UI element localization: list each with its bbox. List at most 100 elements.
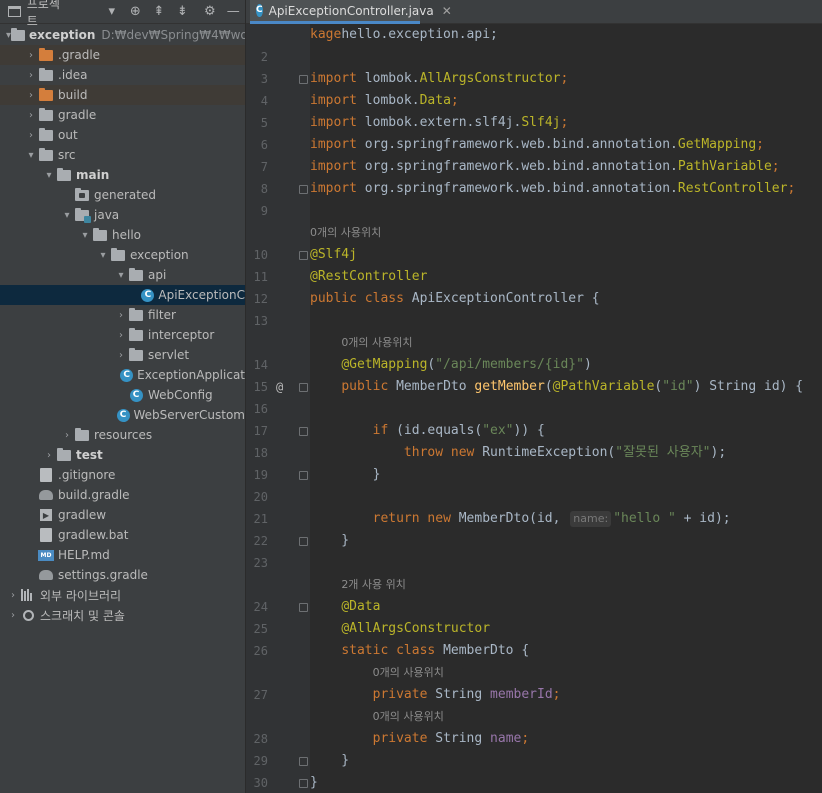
close-icon[interactable]: ✕ [442, 4, 452, 18]
usage-hint[interactable]: 0개의 사용위치 [341, 332, 412, 354]
tree-item[interactable]: › build [0, 85, 245, 105]
line-number: 10 [253, 248, 268, 262]
fold-marker-icon[interactable] [299, 471, 308, 480]
tree-item[interactable]: C ApiExceptionC [0, 285, 245, 305]
chevron-right-icon[interactable]: › [114, 350, 128, 361]
code-text: private String name; [310, 728, 530, 750]
tree-item[interactable]: build.gradle [0, 485, 245, 505]
line-number: 6 [260, 138, 268, 152]
code-token: kage [310, 27, 342, 42]
tree-item-label: build [58, 88, 88, 102]
line-number: 26 [253, 644, 268, 658]
chevron-right-icon[interactable]: › [24, 50, 38, 61]
folder-icon [38, 147, 54, 163]
code-token: ; [771, 159, 780, 174]
tree-item[interactable]: .gitignore [0, 465, 245, 485]
code-token: lombok. [364, 93, 420, 108]
fold-marker-icon[interactable] [299, 603, 308, 612]
code-token: private [372, 731, 436, 746]
fold-marker-icon[interactable] [299, 75, 308, 84]
tree-item[interactable]: ▾ exception [0, 245, 245, 265]
usage-hint[interactable]: 0개의 사용위치 [373, 706, 444, 728]
tree-item[interactable]: ▾ api [0, 265, 245, 285]
chevron-right-icon[interactable]: › [114, 310, 128, 321]
java-class-icon: C [256, 4, 263, 17]
line-number: 7 [260, 160, 268, 174]
code-token: RestController [677, 181, 788, 196]
fold-marker-icon[interactable] [299, 427, 308, 436]
tree-item[interactable]: › out [0, 125, 245, 145]
crosshair-icon[interactable]: ⊕ [124, 4, 148, 19]
code-token: public class [310, 291, 412, 306]
tree-item[interactable]: C WebServerCustom [0, 405, 245, 425]
chevron-right-icon[interactable]: › [42, 450, 56, 461]
editor-tab[interactable]: C ApiExceptionController.java ✕ [250, 0, 452, 24]
expand-all-icon[interactable]: ⇞ [147, 4, 171, 19]
tree-item[interactable]: ▾exceptionD:₩dev₩Spring₩4₩workspace₩exce… [0, 25, 245, 45]
tree-item[interactable]: › .gradle [0, 45, 245, 65]
fold-marker-icon[interactable] [299, 537, 308, 546]
tree-item[interactable]: › gradle [0, 105, 245, 125]
tree-item[interactable]: ▾ main [0, 165, 245, 185]
chevron-right-icon[interactable]: › [24, 90, 38, 101]
tree-item[interactable]: › test [0, 445, 245, 465]
fold-marker-icon[interactable] [299, 251, 308, 260]
tree-item-label: servlet [148, 348, 190, 362]
tree-item[interactable]: gradlew.bat [0, 525, 245, 545]
usage-hint[interactable]: 2개 사용 위치 [341, 574, 406, 596]
usage-hint[interactable]: 0개의 사용위치 [373, 662, 444, 684]
tree-item[interactable]: generated [0, 185, 245, 205]
tab-label: ApiExceptionController.java [268, 3, 434, 18]
usage-hint-line: 2개 사용 위치 [246, 574, 822, 596]
code-token: import [310, 137, 365, 152]
chevron-down-icon[interactable]: ▾ [42, 170, 56, 181]
tree-item[interactable]: MD HELP.md [0, 545, 245, 565]
tree-item[interactable]: › 외부 라이브러리 [0, 585, 245, 605]
gear-icon[interactable]: ⚙ [198, 4, 222, 19]
chevron-right-icon[interactable]: › [6, 590, 20, 601]
chevron-right-icon[interactable]: › [24, 130, 38, 141]
tree-item[interactable]: › servlet [0, 345, 245, 365]
tree-item[interactable]: ▾ hello [0, 225, 245, 245]
tree-item[interactable]: › interceptor [0, 325, 245, 345]
chevron-down-icon[interactable]: ▾ [24, 150, 38, 161]
code-token: lombok.extern.slf4j. [364, 115, 522, 130]
tree-item[interactable]: › filter [0, 305, 245, 325]
tree-item[interactable]: settings.gradle [0, 565, 245, 585]
code-token: import [310, 93, 365, 108]
tree-item[interactable]: › resources [0, 425, 245, 445]
chevron-right-icon[interactable]: › [24, 110, 38, 121]
override-marker-icon[interactable]: @ [276, 376, 283, 398]
chevron-right-icon[interactable]: › [60, 430, 74, 441]
chevron-down-icon[interactable]: ▾ [114, 270, 128, 281]
chevron-right-icon[interactable]: › [6, 610, 20, 621]
minimize-icon[interactable]: — [222, 4, 245, 19]
code-token: private [372, 687, 436, 702]
fold-marker-icon[interactable] [299, 779, 308, 788]
code-line: 6 import org.springframework.web.bind.ann… [246, 134, 822, 156]
tree-item[interactable]: C ExceptionApplicat [0, 365, 245, 385]
tree-item[interactable]: ▾ java [0, 205, 245, 225]
collapse-all-icon[interactable]: ⇟ [171, 4, 195, 19]
chevron-right-icon[interactable]: › [24, 70, 38, 81]
tree-item[interactable]: ▾ src [0, 145, 245, 165]
chevron-down-icon[interactable]: ▾ [96, 250, 110, 261]
code-line: 7 import org.springframework.web.bind.ann… [246, 156, 822, 178]
fold-marker-icon[interactable] [299, 757, 308, 766]
tree-item-label: generated [94, 188, 156, 202]
usage-hint[interactable]: 0개의 사용위치 [310, 222, 381, 244]
fold-marker-icon[interactable] [299, 185, 308, 194]
code-token: ApiExceptionController { [411, 291, 600, 306]
chevron-right-icon[interactable]: › [114, 330, 128, 341]
tree-item[interactable]: C WebConfig [0, 385, 245, 405]
fold-marker-icon[interactable] [299, 383, 308, 392]
tree-item[interactable]: › 스크래치 및 콘솔 [0, 605, 245, 625]
chevron-down-icon[interactable]: ▾ [78, 230, 92, 241]
code-token: Slf4j [521, 115, 561, 130]
chevron-down-icon[interactable]: ▾ [100, 4, 124, 19]
code-line: 2 [246, 46, 822, 68]
project-view-icon[interactable] [8, 6, 21, 17]
tree-item[interactable]: › .idea [0, 65, 245, 85]
tree-item[interactable]: ▶ gradlew [0, 505, 245, 525]
chevron-down-icon[interactable]: ▾ [60, 210, 74, 221]
